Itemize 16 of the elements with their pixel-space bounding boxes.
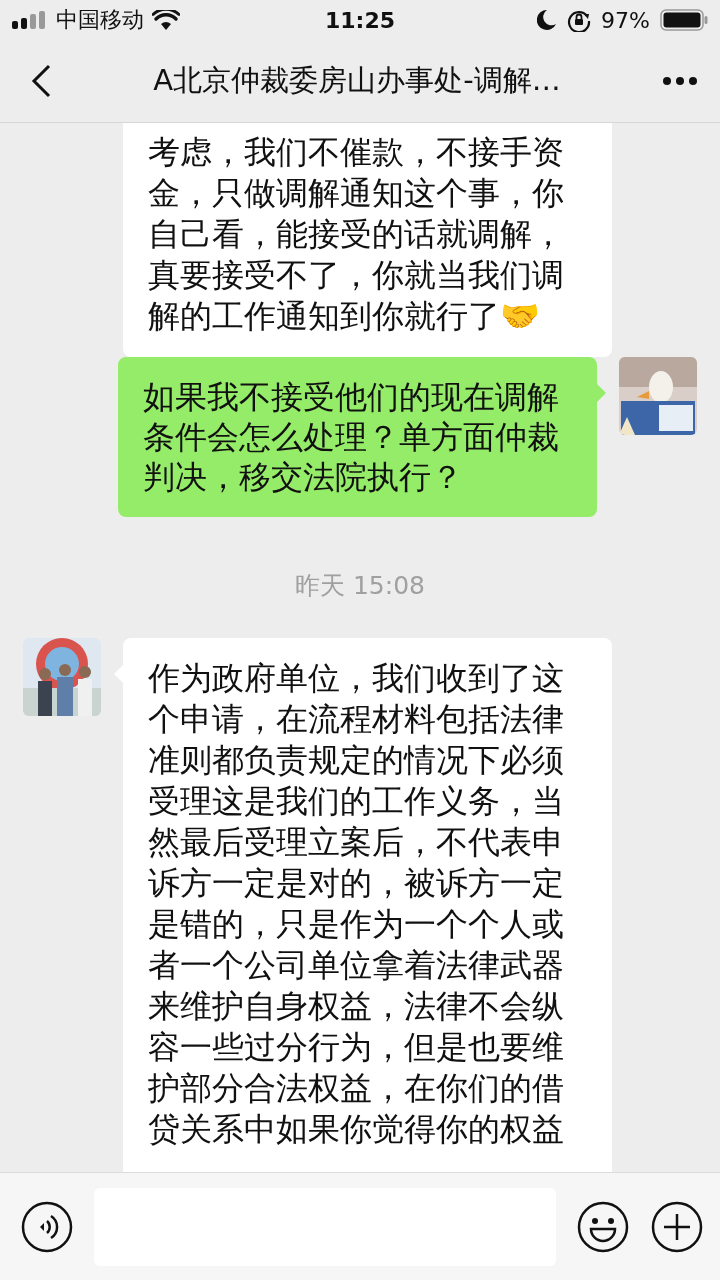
battery-percent: 97% bbox=[601, 7, 650, 33]
emoji-button[interactable] bbox=[576, 1199, 630, 1254]
battery-icon bbox=[660, 9, 708, 31]
more-icon[interactable] bbox=[662, 76, 698, 86]
wifi-icon bbox=[152, 10, 180, 30]
add-button[interactable] bbox=[650, 1199, 704, 1254]
voice-button[interactable] bbox=[20, 1199, 74, 1254]
chat-title: A北京仲裁委房山办事处-调解… bbox=[152, 62, 562, 99]
message-time: 昨天 15:08 bbox=[295, 570, 425, 602]
moon-icon bbox=[537, 9, 558, 31]
signal-icon bbox=[12, 11, 48, 29]
clock-time: 11:25 bbox=[325, 7, 395, 33]
message-bubble: 考虑，我们不催款，不接手资金，只做调解通知这个事，你自己看，能接受的话就调解，真要接受不了，你就当我们调解的工作通知到你就行了🤝 bbox=[123, 123, 612, 357]
carrier-name: 中国移动 bbox=[56, 6, 144, 34]
back-icon[interactable] bbox=[30, 64, 52, 98]
rotation-lock-icon bbox=[567, 8, 592, 32]
